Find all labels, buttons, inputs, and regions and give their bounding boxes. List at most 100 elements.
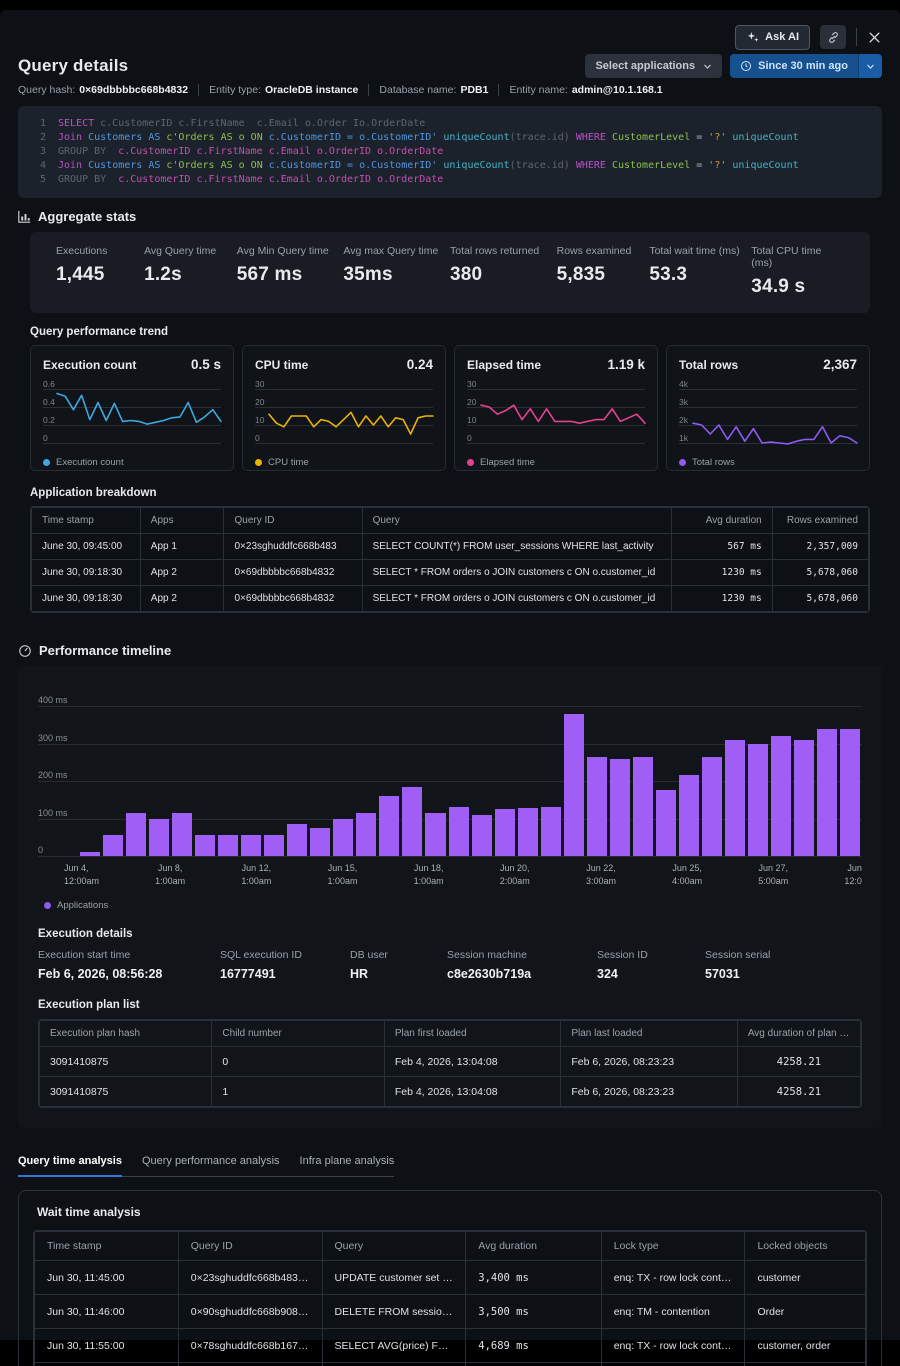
meta-value: PDB1: [460, 84, 489, 96]
timeline-bar[interactable]: [494, 809, 515, 856]
timeline-bar[interactable]: [840, 728, 861, 856]
detail-value: 324: [597, 967, 618, 981]
table-cell: 0×78sghuddfc668b16709: [177, 1328, 323, 1363]
timeline-bar[interactable]: [310, 827, 331, 856]
timeline-bar[interactable]: [149, 818, 170, 856]
timeline-bar[interactable]: [586, 756, 607, 856]
y-tick-label: 0: [38, 845, 44, 855]
trend-chart-plot[interactable]: 30 20 10 0: [467, 379, 645, 444]
timeline-bar[interactable]: [356, 812, 377, 856]
timeline-bar[interactable]: [724, 739, 745, 856]
detail-value: 16777491: [220, 967, 276, 981]
table-cell: App 1: [139, 533, 225, 560]
timeline-bar[interactable]: [241, 835, 262, 856]
y-tick-label: 10: [467, 414, 477, 425]
sql-token: c'Orders AS o ON: [160, 132, 263, 143]
timeline-bar[interactable]: [379, 796, 400, 856]
table-cell: SELECT AVG(price) FROM pro...: [321, 1362, 467, 1366]
timeline-bar[interactable]: [817, 728, 838, 856]
ask-ai-button[interactable]: Ask AI: [735, 24, 810, 50]
table-cell: 0×69dbbbbc668b4832: [223, 585, 363, 612]
timeline-bar[interactable]: [655, 790, 676, 856]
wait-time-analysis-table: Time stamp Query ID Query Avg duration Lock …: [33, 1230, 867, 1366]
trend-chart-plot[interactable]: 30 20 10 0: [255, 379, 433, 444]
trend-chart-legend: CPU time: [255, 457, 433, 468]
execution-detail-item: Session serial 57031: [705, 949, 825, 981]
timeline-bar[interactable]: [333, 818, 354, 856]
column-header: Query ID: [177, 1231, 323, 1261]
timeline-bar[interactable]: [402, 786, 423, 856]
timeline-bar[interactable]: [517, 808, 538, 856]
permalink-button[interactable]: [820, 25, 846, 49]
timeline-bar[interactable]: [172, 812, 193, 856]
timeline-bar[interactable]: [540, 806, 561, 856]
timeline-bar[interactable]: [425, 812, 446, 856]
table-cell: UPDATE customer set last_upd...: [321, 1260, 467, 1295]
timeline-bar[interactable]: [287, 824, 308, 856]
tab-query-performance-analysis[interactable]: Query performance analysis: [142, 1149, 280, 1177]
tab-query-time-analysis[interactable]: Query time analysis: [18, 1149, 122, 1177]
stat-value: 5,835: [556, 264, 606, 285]
table-row: 3091410875 0 Feb 4, 2026, 13:04:08 Feb 6, 2…: [39, 1046, 861, 1077]
meta-value: OracleDB instance: [265, 84, 359, 96]
trend-chart-plot[interactable]: 0.6 0.4 0.2 0: [43, 379, 221, 444]
timeline-bar[interactable]: [264, 835, 285, 856]
table-cell: 567 ms: [671, 533, 773, 560]
timeline-bar[interactable]: [701, 756, 722, 856]
trend-card-header: Total rows 2,367: [679, 357, 857, 372]
column-header: Avg duration: [465, 1231, 602, 1261]
trend-chart-value: 1.19 k: [607, 357, 645, 372]
gridline: 0: [38, 845, 862, 857]
stat-item: Rows examined 5,835: [557, 245, 650, 298]
timeline-bar[interactable]: [448, 807, 469, 856]
time-range-dropdown[interactable]: Since 30 min ago: [730, 54, 882, 78]
close-button[interactable]: [867, 30, 882, 45]
entity-meta-item: Query hash: 0×69dbbbbc668b4832: [18, 84, 188, 96]
table-cell: SELECT COUNT(*) FROM user_sessions WHERE…: [361, 533, 673, 560]
timeline-bar[interactable]: [609, 758, 630, 856]
entity-meta-item: Database name: PDB1: [379, 84, 488, 96]
timeline-bar[interactable]: [770, 736, 791, 856]
timeline-bar[interactable]: [747, 743, 768, 856]
timeline-bar[interactable]: [126, 812, 147, 856]
timeline-bar[interactable]: [80, 852, 101, 856]
trend-chart-plot[interactable]: 4k 3k 2k 1k: [679, 379, 857, 443]
y-tick-label: 0.4: [43, 396, 55, 407]
title-row: Query details Select applications Since …: [18, 54, 882, 78]
timeline-bar[interactable]: [103, 835, 124, 856]
timeline-bar[interactable]: [793, 739, 814, 856]
trend-card-header: Elapsed time 1.19 k: [467, 357, 645, 372]
trend-chart-card: Elapsed time 1.19 k 30 20 10 0 Elapsed time: [454, 345, 658, 471]
trend-chart-title: CPU time: [255, 358, 309, 372]
sql-token: Customers AS: [82, 132, 161, 143]
close-icon: [869, 32, 880, 42]
x-tick-label: Jun 15, 1:00am: [327, 863, 358, 886]
table-cell: App 2: [139, 585, 225, 612]
table-cell: 0×69dbbbbc668b4832: [223, 559, 363, 586]
timeline-bar[interactable]: [218, 835, 239, 856]
table-row: June 30, 09:18:30 App 2 0×69dbbbbc668b4832…: [31, 585, 869, 612]
stat-value: 34.9 s: [751, 276, 806, 297]
timeline-bar[interactable]: [471, 814, 492, 856]
timeline-chart: 400 ms 300 ms 200 ms 100 ms 0: [38, 695, 862, 857]
legend-label: Execution count: [56, 457, 124, 468]
stat-item: Total wait time (ms) 53.3: [649, 245, 751, 298]
detail-label: Session serial: [705, 949, 771, 961]
sql-token: uniqueCount: [437, 160, 510, 171]
y-tick-label: 100 ms: [38, 807, 68, 818]
divider: [368, 84, 370, 96]
chevron-down-icon: [867, 64, 874, 69]
tab-infra-plane-analysis[interactable]: Infra plane analysis: [300, 1149, 395, 1177]
divider: [198, 84, 200, 96]
stat-value: 380: [449, 264, 483, 285]
timeline-bar[interactable]: [195, 835, 216, 856]
timeline-bar[interactable]: [563, 713, 584, 856]
timeline-bar[interactable]: [678, 775, 699, 856]
detail-label: Session machine: [447, 949, 527, 961]
application-breakdown-table: Time stamp Apps Query ID Query Avg duration R…: [30, 506, 870, 613]
timeline-x-axis: Jun 4, 12:00am Jun 8, 1:00am Jun 12, 1:00am Ju…: [64, 862, 862, 888]
sql-token: Join: [58, 132, 83, 143]
entity-meta-row: Query hash: 0×69dbbbbc668b4832 Entity type…: [18, 84, 882, 96]
select-applications-dropdown[interactable]: Select applications: [585, 54, 723, 78]
timeline-bar[interactable]: [632, 756, 653, 856]
